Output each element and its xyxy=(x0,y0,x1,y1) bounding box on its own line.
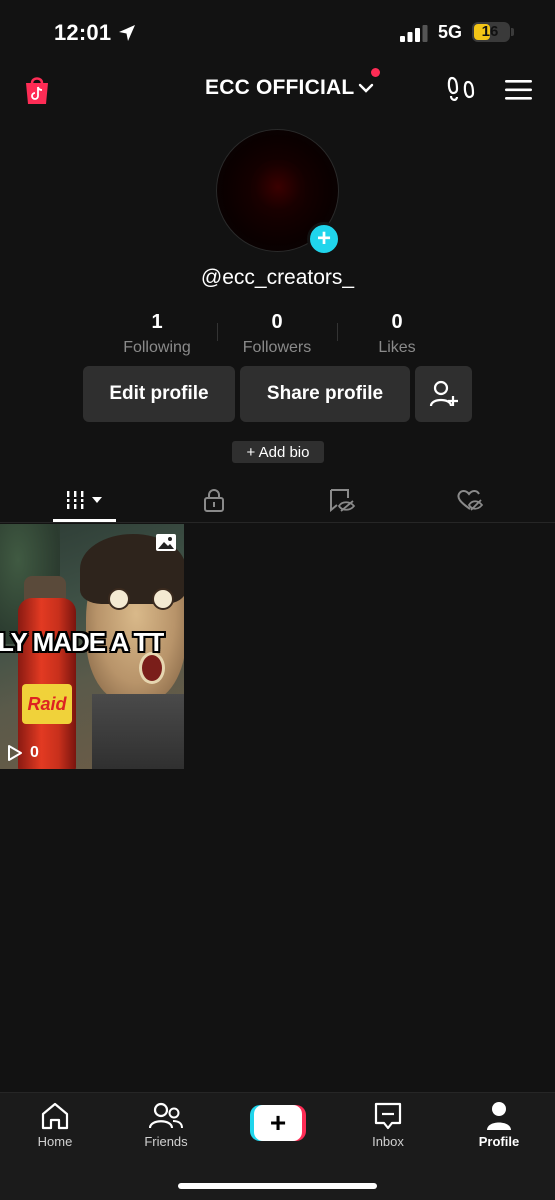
view-count: 0 xyxy=(6,744,39,762)
battery-cap xyxy=(511,28,514,36)
thumbnail-body xyxy=(92,694,184,769)
lock-icon xyxy=(203,489,224,512)
play-icon xyxy=(8,745,22,761)
tab-reposts[interactable] xyxy=(310,478,373,522)
nav-home[interactable]: Home xyxy=(10,1101,100,1149)
nav-profile-label: Profile xyxy=(478,1134,520,1149)
home-icon xyxy=(41,1102,69,1130)
nav-inbox-label: Inbox xyxy=(372,1134,404,1149)
thumbnail-eye xyxy=(108,588,130,610)
create-button[interactable]: + xyxy=(250,1105,306,1141)
likes-count: 0 xyxy=(391,311,403,333)
create-plus-icon: + xyxy=(254,1105,302,1141)
repost-hidden-icon xyxy=(329,489,355,512)
profile-icon xyxy=(487,1102,511,1130)
add-user-icon xyxy=(429,380,458,407)
location-arrow-icon xyxy=(119,25,135,41)
heart-hidden-icon xyxy=(456,490,483,511)
following-count: 1 xyxy=(151,311,163,333)
tab-liked[interactable] xyxy=(438,478,501,522)
following-label: Following xyxy=(123,339,191,356)
add-bio-button[interactable]: + Add bio xyxy=(232,441,324,463)
account-name: ECC OFFICIAL xyxy=(205,76,355,99)
photo-icon xyxy=(156,534,176,551)
stat-followers[interactable]: 0 Followers xyxy=(217,311,337,357)
grid-icon xyxy=(64,491,102,509)
menu-icon[interactable] xyxy=(505,79,532,101)
tab-private[interactable] xyxy=(182,478,245,522)
battery-icon: 16 xyxy=(472,22,510,42)
profile-handle: @ecc_creators_ xyxy=(200,266,355,289)
inbox-icon xyxy=(374,1102,402,1130)
spray-can-label: Raid xyxy=(22,684,72,724)
video-thumbnail[interactable]: Raid LY MADE A TT 0 xyxy=(0,524,184,769)
battery-percent: 16 xyxy=(481,23,499,40)
thumbnail-eye xyxy=(152,588,174,610)
nav-friends[interactable]: Friends xyxy=(121,1101,211,1149)
profile-tabs xyxy=(0,478,555,523)
add-friends-button[interactable] xyxy=(415,366,472,422)
home-indicator xyxy=(178,1183,377,1189)
nav-profile[interactable]: Profile xyxy=(454,1101,544,1149)
tab-videos[interactable] xyxy=(53,478,116,522)
status-bar: 12:01 5G 16 xyxy=(0,0,555,66)
followers-count: 0 xyxy=(271,311,283,333)
footprint-icon[interactable] xyxy=(446,75,476,103)
nav-home-label: Home xyxy=(37,1134,73,1149)
add-avatar-plus-icon[interactable]: + xyxy=(307,222,341,256)
share-profile-button[interactable]: Share profile xyxy=(240,366,410,422)
notification-dot xyxy=(371,68,380,77)
network-type: 5G xyxy=(438,22,463,42)
view-count-value: 0 xyxy=(30,744,39,761)
nav-inbox[interactable]: Inbox xyxy=(343,1101,433,1149)
edit-profile-button[interactable]: Edit profile xyxy=(83,366,235,422)
status-time: 12:01 xyxy=(54,20,112,45)
avatar-image xyxy=(251,160,305,220)
shop-icon[interactable] xyxy=(24,74,50,106)
video-caption: LY MADE A TT xyxy=(0,627,164,657)
stat-following[interactable]: 1 Following xyxy=(97,311,217,357)
followers-label: Followers xyxy=(242,339,312,356)
stat-likes[interactable]: 0 Likes xyxy=(337,311,457,357)
signal-icon xyxy=(400,25,428,42)
chevron-down-icon xyxy=(359,83,374,93)
account-switcher[interactable]: ECC OFFICIAL xyxy=(205,76,374,100)
friends-icon xyxy=(149,1102,183,1129)
likes-label: Likes xyxy=(378,339,416,356)
nav-friends-label: Friends xyxy=(144,1134,188,1149)
active-tab-indicator xyxy=(53,519,116,522)
